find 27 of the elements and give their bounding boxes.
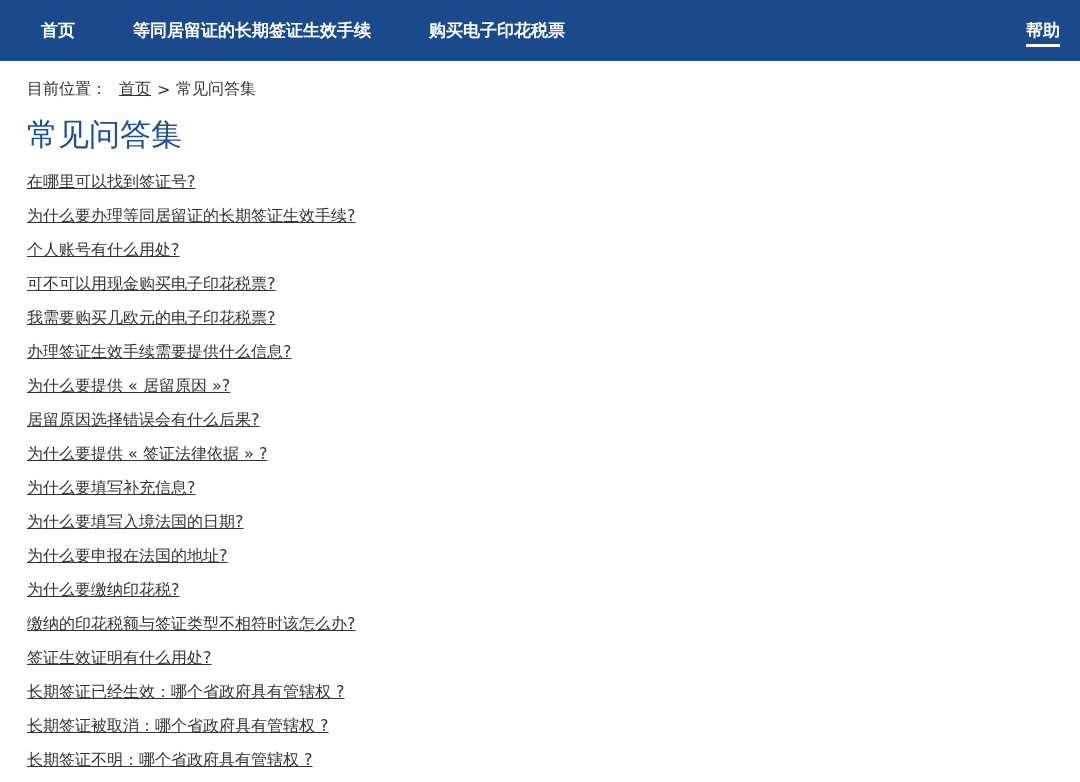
faq-link[interactable]: 长期签证已经生效：哪个省政府具有管辖权 ? [27, 680, 349, 704]
nav-link[interactable]: 购买电子印花税票 [429, 0, 565, 61]
faq-link[interactable]: 缴纳的印花税额与签证类型不相符时该怎么办? [27, 612, 360, 636]
faq-link[interactable]: 长期签证被取消：哪个省政府具有管辖权 ? [27, 714, 333, 738]
faq-link[interactable]: 为什么要填写入境法国的日期? [27, 510, 248, 534]
faq-link[interactable]: 为什么要申报在法国的地址? [27, 544, 232, 568]
faq-link[interactable]: 在哪里可以找到签证号? [27, 170, 200, 194]
faq-link[interactable]: 为什么要提供 « 居留原因 »? [27, 374, 235, 398]
breadcrumb-link[interactable]: 首页 [119, 79, 151, 100]
faq-link[interactable]: 居留原因选择错误会有什么后果? [27, 408, 264, 432]
faq-link[interactable]: 为什么要提供 « 签证法律依据 » ? [27, 442, 272, 466]
faq-link[interactable]: 我需要购买几欧元的电子印花税票? [27, 306, 280, 330]
faq-link[interactable]: 个人账号有什么用处? [27, 238, 184, 262]
nav-link[interactable]: 等同居留证的长期签证生效手续 [133, 0, 371, 61]
faq-link[interactable]: 办理签证生效手续需要提供什么信息? [27, 340, 296, 364]
faq-link[interactable]: 签证生效证明有什么用处? [27, 646, 216, 670]
faq-link[interactable]: 为什么要填写补充信息? [27, 476, 200, 500]
breadcrumb-current: 常见问答集 [176, 79, 257, 100]
faq-link[interactable]: 为什么要办理等同居留证的长期签证生效手续? [27, 204, 360, 228]
nav-link[interactable]: 首页 [41, 0, 75, 61]
breadcrumb-label: 目前位置： [27, 79, 107, 100]
page-title: 常见问答集 [27, 115, 183, 154]
nav-link[interactable]: 帮助 [1026, 0, 1060, 61]
breadcrumb-separator: > [157, 80, 171, 99]
faq-link[interactable]: 为什么要缴纳印花税? [27, 578, 184, 602]
faq-link[interactable]: 可不可以用现金购买电子印花税票? [27, 272, 280, 296]
faq-link[interactable]: 长期签证不明：哪个省政府具有管辖权 ? [27, 748, 317, 772]
